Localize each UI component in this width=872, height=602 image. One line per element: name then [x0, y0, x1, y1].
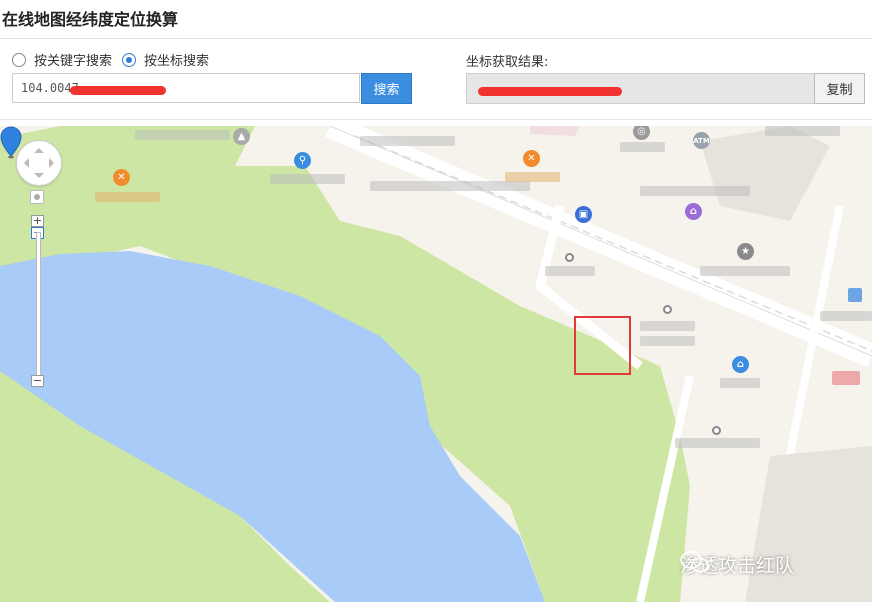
- blurred-label: [720, 378, 760, 388]
- map-view[interactable]: ✕ ✕ ⚲ ▣ ⌂ ★ ⌂ ATM ▲ ◎ + − − 渗透攻击红队: [0, 126, 872, 602]
- pan-down-arrow-icon[interactable]: [34, 173, 44, 183]
- pan-up-arrow-icon[interactable]: [34, 143, 44, 153]
- blurred-label: [505, 172, 560, 182]
- wechat-icon: [680, 551, 709, 573]
- building-2: [745, 446, 872, 602]
- search-mode-options: 按关键字搜索 按坐标搜索: [12, 50, 219, 69]
- atm-icon[interactable]: ATM: [693, 132, 710, 149]
- restaurant-icon[interactable]: ✕: [523, 150, 540, 167]
- building: [700, 126, 830, 221]
- coordinate-input[interactable]: [12, 73, 360, 103]
- blurred-label: [820, 311, 872, 321]
- result-redaction-mark: [478, 87, 622, 96]
- page-title: 在线地图经纬度定位换算: [2, 10, 179, 29]
- blurred-label: [95, 192, 160, 202]
- result-label: 坐标获取结果:: [466, 55, 549, 70]
- restaurant-icon[interactable]: ✕: [113, 169, 130, 186]
- pan-control[interactable]: [16, 140, 62, 186]
- poi-dot[interactable]: [712, 426, 721, 435]
- blurred-label: [270, 174, 345, 184]
- blurred-label: [700, 266, 790, 276]
- locate-button[interactable]: [30, 190, 44, 204]
- search-button[interactable]: 搜索: [361, 73, 412, 104]
- search-panel: 按关键字搜索 按坐标搜索 搜索 坐标获取结果: 复制: [0, 38, 872, 120]
- blurred-label: [620, 142, 665, 152]
- redaction-mark: [70, 86, 166, 95]
- zoom-out-button[interactable]: −: [31, 375, 44, 387]
- blurred-sign: [832, 371, 860, 385]
- poi-dot[interactable]: [663, 305, 672, 314]
- star-icon[interactable]: ★: [737, 243, 754, 260]
- bicycle-icon[interactable]: ⚲: [294, 152, 311, 169]
- university-icon[interactable]: ▲: [233, 128, 250, 145]
- blurred-label: [135, 130, 230, 140]
- zoom-slider-track[interactable]: [36, 232, 41, 379]
- blurred-label: [545, 266, 595, 276]
- blurred-label: [640, 321, 695, 331]
- option-keyword-label: 按关键字搜索: [34, 54, 113, 69]
- blurred-sign: [848, 288, 862, 302]
- building-3: [530, 126, 580, 136]
- location-marker-icon[interactable]: [0, 126, 22, 160]
- option-keyword-search[interactable]: 按关键字搜索: [12, 50, 112, 69]
- marker-highlight-box: [574, 316, 631, 375]
- blurred-label: [640, 186, 750, 196]
- watermark: 渗透攻击红队: [680, 551, 794, 578]
- bank-icon[interactable]: ⌂: [732, 356, 749, 373]
- blurred-label: [765, 126, 840, 136]
- building-icon[interactable]: ⌂: [685, 203, 702, 220]
- blurred-label: [675, 438, 760, 448]
- pan-right-arrow-icon[interactable]: [49, 158, 59, 168]
- blurred-label: [370, 181, 530, 191]
- copy-button[interactable]: 复制: [814, 73, 865, 104]
- bus-icon[interactable]: ▣: [575, 206, 592, 223]
- radio-coordinate[interactable]: [122, 52, 137, 67]
- option-coordinate-search[interactable]: 按坐标搜索: [122, 50, 209, 69]
- poi-dot[interactable]: [565, 253, 574, 262]
- blurred-label: [640, 336, 695, 346]
- radio-keyword[interactable]: [12, 52, 26, 67]
- option-coordinate-label: 按坐标搜索: [144, 54, 210, 69]
- blurred-label: [360, 136, 455, 146]
